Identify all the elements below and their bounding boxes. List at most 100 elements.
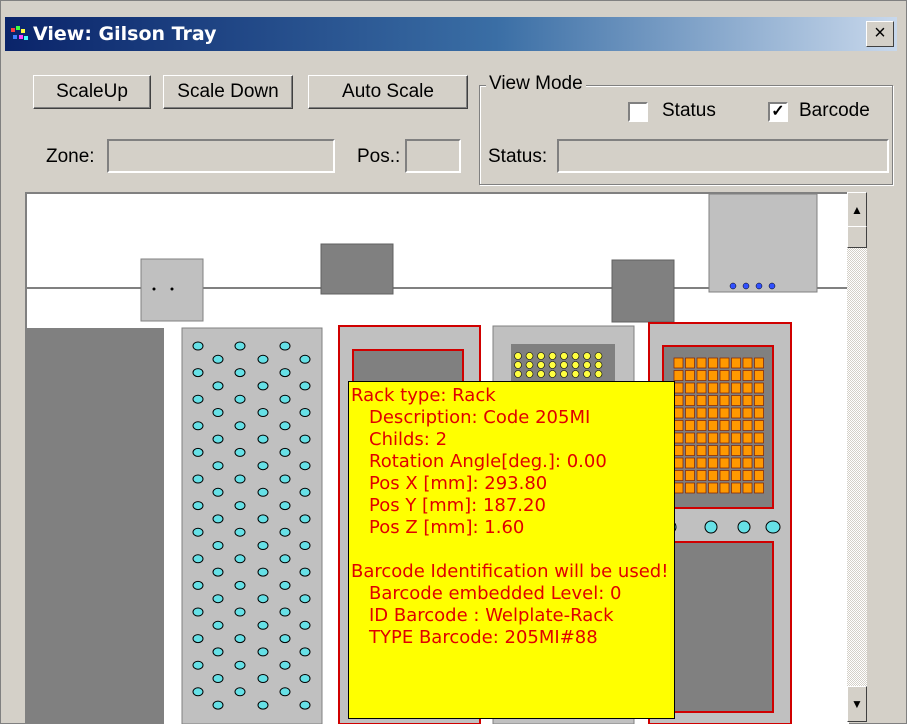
tube-position (257, 567, 269, 577)
well-cell (731, 395, 741, 406)
wash-port (742, 282, 750, 290)
well-cell (742, 382, 753, 394)
tooltip-description: Description: Code 205MI (369, 407, 591, 428)
tube-position (279, 368, 291, 378)
well-cell (673, 382, 684, 394)
tube-position (192, 660, 204, 670)
tube-position (257, 620, 269, 630)
tube-position (212, 567, 224, 577)
wash-port (768, 282, 776, 290)
well-cell (742, 420, 753, 431)
tube-position (299, 434, 311, 444)
vertical-scrollbar[interactable]: ▲ ▼ (847, 192, 867, 722)
tube-position (299, 620, 311, 630)
title-bar[interactable]: View: Gilson Tray (5, 17, 897, 51)
close-button[interactable]: × (866, 21, 894, 47)
tube-position (299, 700, 311, 710)
microplate-well (594, 352, 603, 360)
microplate-well (548, 352, 557, 360)
tube-position (299, 487, 311, 497)
well-cell (673, 470, 684, 481)
tube-position (257, 514, 269, 524)
well-plate-bottom[interactable] (666, 541, 774, 713)
well-cell (708, 395, 718, 406)
microplate-well (571, 352, 580, 360)
microplate-well (583, 361, 591, 369)
module-block-right[interactable] (611, 259, 675, 323)
arrow-down-icon: ▼ (851, 697, 863, 711)
tube-position (279, 421, 291, 431)
tube-position (257, 461, 269, 471)
well-cell (708, 445, 718, 456)
well-cell (685, 420, 695, 431)
well-cell (754, 382, 764, 394)
well-cell (673, 432, 684, 444)
status-field[interactable] (557, 139, 889, 173)
tube-position (212, 487, 224, 497)
auto-scale-button[interactable]: Auto Scale (308, 75, 468, 109)
tube-position (234, 660, 246, 670)
tube-position (279, 554, 291, 564)
barcode-checkbox[interactable]: ✓ (768, 102, 788, 122)
tube-position (234, 394, 246, 404)
tube-position (192, 341, 204, 351)
scroll-up-button[interactable]: ▲ (847, 192, 867, 228)
well-cell (731, 470, 741, 481)
well-cell (708, 457, 718, 469)
tube-position (279, 474, 291, 484)
scale-down-button[interactable]: Scale Down (163, 75, 293, 109)
well-cell (754, 420, 764, 431)
tube-position (279, 527, 291, 537)
tooltip-rotation: Rotation Angle[deg.]: 0.00 (369, 451, 607, 472)
tube-position (299, 408, 311, 417)
status-checkbox[interactable] (628, 102, 648, 122)
scroll-thumb[interactable] (847, 226, 867, 248)
tube-position (212, 434, 224, 444)
well-cell (754, 457, 764, 469)
tube-position (192, 554, 204, 564)
scale-up-button[interactable]: ScaleUp (33, 75, 151, 109)
tube-position (192, 527, 204, 537)
status-checkbox-label: Status (662, 100, 716, 121)
well-cell (685, 445, 695, 456)
microplate-well (525, 352, 534, 360)
module-block[interactable] (320, 243, 394, 295)
microplate-well (571, 361, 580, 369)
tube-position (257, 700, 269, 710)
window-title: View: Gilson Tray (33, 23, 217, 45)
well-cell (754, 395, 764, 406)
well-cell (673, 407, 684, 419)
zone-field[interactable] (107, 139, 335, 173)
well-cell (673, 420, 684, 431)
wash-station[interactable] (708, 194, 818, 293)
microplate-well (594, 361, 603, 369)
microplate-well (560, 361, 568, 369)
microplate-well (560, 370, 568, 378)
well-cell (731, 420, 741, 431)
well-cell (719, 370, 730, 381)
tooltip-rack-type: Rack type: Rack (351, 385, 496, 406)
well-cell (673, 370, 684, 381)
well-cell (754, 407, 764, 419)
drain-rack[interactable] (27, 328, 164, 724)
well-cell (685, 382, 695, 394)
checkmark-icon: ✓ (771, 103, 785, 120)
microplate-well (571, 370, 580, 378)
tube-position (299, 647, 311, 657)
tube-position (234, 687, 246, 697)
scroll-down-button[interactable]: ▼ (847, 686, 867, 722)
tooltip-pos-x: Pos X [mm]: 293.80 (369, 473, 548, 494)
tube-position (299, 461, 311, 471)
microplate-well (514, 361, 522, 369)
pos-field[interactable] (405, 139, 461, 173)
well-cell (685, 395, 695, 406)
microplate-well (525, 361, 534, 369)
well-cell (696, 395, 707, 406)
well-cell (685, 470, 695, 481)
tube-position (212, 594, 224, 604)
tube-position (257, 434, 269, 444)
wash-port (729, 282, 737, 290)
microplate-well (537, 352, 545, 360)
well-cell (685, 407, 695, 419)
well-cell (754, 357, 764, 369)
